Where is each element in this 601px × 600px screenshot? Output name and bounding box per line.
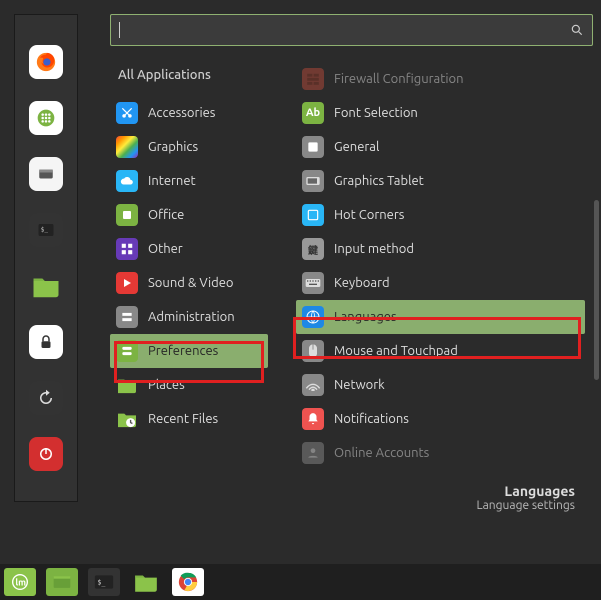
item-label: Hot Corners — [334, 208, 404, 222]
online-icon — [302, 442, 324, 464]
admin-icon — [116, 306, 138, 328]
app-keyboard[interactable]: Keyboard — [296, 266, 585, 300]
firewall-icon — [302, 68, 324, 90]
lock-icon[interactable] — [29, 325, 63, 359]
item-label: Internet — [148, 174, 196, 188]
files-icon[interactable] — [29, 157, 63, 191]
search-input[interactable] — [124, 23, 570, 38]
recent-icon — [116, 408, 138, 430]
item-label: Places — [148, 378, 185, 392]
category-graphics[interactable]: Graphics — [110, 130, 268, 164]
text-cursor — [119, 22, 120, 38]
app-firewall-configuration[interactable]: Firewall Configuration — [296, 62, 585, 96]
scissors-icon — [116, 102, 138, 124]
app-network[interactable]: Network — [296, 368, 585, 402]
search-icon — [570, 23, 584, 37]
footer-title: Languages — [477, 483, 575, 499]
taskbar: lm $_ — [0, 564, 601, 600]
item-label: Recent Files — [148, 412, 218, 426]
app-languages[interactable]: Languages — [296, 300, 585, 334]
app-notifications[interactable]: Notifications — [296, 402, 585, 436]
svg-text:$_: $_ — [41, 227, 49, 234]
category-administration[interactable]: Administration — [110, 300, 268, 334]
app-general[interactable]: General — [296, 130, 585, 164]
item-label: Mouse and Touchpad — [334, 344, 458, 358]
category-other[interactable]: Other — [110, 232, 268, 266]
svg-text:lm: lm — [15, 577, 26, 588]
application-menu: All Applications Accessories Graphics Inte… — [110, 14, 593, 564]
grid-icon — [116, 238, 138, 260]
update-icon[interactable] — [29, 381, 63, 415]
svg-text:$_: $_ — [97, 579, 105, 587]
item-label: Notifications — [334, 412, 409, 426]
office-icon — [116, 204, 138, 226]
app-font-selection[interactable]: Ab Font Selection — [296, 96, 585, 130]
tablet-icon — [302, 170, 324, 192]
item-description: Languages Language settings — [477, 483, 575, 512]
item-label: Other — [148, 242, 183, 256]
globe-icon — [302, 306, 324, 328]
app-input-method[interactable]: 鍵 Input method — [296, 232, 585, 266]
apps-column: Firewall Configuration Ab Font Selection Ge… — [296, 62, 593, 492]
app-mouse-and-touchpad[interactable]: Mouse and Touchpad — [296, 334, 585, 368]
terminal-icon[interactable]: $_ — [29, 213, 63, 247]
category-places[interactable]: Places — [110, 368, 268, 402]
category-preferences[interactable]: Preferences — [110, 334, 268, 368]
favorites-sidebar: $_ — [14, 14, 78, 502]
footer-subtitle: Language settings — [477, 499, 575, 512]
item-label: Preferences — [148, 344, 218, 358]
item-label: General — [334, 140, 379, 154]
cloud-icon — [116, 170, 138, 192]
item-label: Languages — [334, 310, 397, 324]
item-label: Accessories — [148, 106, 215, 120]
input-icon: 鍵 — [302, 238, 324, 260]
category-recent-files[interactable]: Recent Files — [110, 402, 268, 436]
app-graphics-tablet[interactable]: Graphics Tablet — [296, 164, 585, 198]
categories-header: All Applications — [110, 62, 268, 94]
taskbar-terminal-icon[interactable]: $_ — [88, 568, 120, 596]
app-hot-corners[interactable]: Hot Corners — [296, 198, 585, 232]
keyboard-icon — [302, 272, 324, 294]
item-label: Sound & Video — [148, 276, 234, 290]
category-sound-video[interactable]: Sound & Video — [110, 266, 268, 300]
mint-menu-icon[interactable]: lm — [4, 568, 36, 596]
item-label: Input method — [334, 242, 414, 256]
categories-column: All Applications Accessories Graphics Inte… — [110, 62, 268, 492]
taskbar-folder-icon[interactable] — [130, 568, 162, 596]
play-icon — [116, 272, 138, 294]
folder-icon — [116, 374, 138, 396]
taskbar-chrome-icon[interactable] — [172, 568, 204, 596]
item-label: Firewall Configuration — [334, 72, 464, 86]
general-icon — [302, 136, 324, 158]
network-icon — [302, 374, 324, 396]
corners-icon — [302, 204, 324, 226]
item-label: Network — [334, 378, 385, 392]
font-icon: Ab — [302, 102, 324, 124]
rainbow-icon — [116, 136, 138, 158]
bell-icon — [302, 408, 324, 430]
item-label: Font Selection — [334, 106, 418, 120]
category-office[interactable]: Office — [110, 198, 268, 232]
mouse-icon — [302, 340, 324, 362]
folder-icon[interactable] — [29, 269, 63, 303]
category-internet[interactable]: Internet — [110, 164, 268, 198]
category-accessories[interactable]: Accessories — [110, 96, 268, 130]
prefs-icon — [116, 340, 138, 362]
item-label: Online Accounts — [334, 446, 429, 460]
power-icon[interactable] — [29, 437, 63, 471]
scrollbar[interactable] — [594, 200, 599, 380]
app-online-accounts[interactable]: Online Accounts — [296, 436, 585, 470]
item-label: Graphics — [148, 140, 198, 154]
apps-icon[interactable] — [29, 101, 63, 135]
firefox-icon[interactable] — [29, 45, 63, 79]
taskbar-files-icon[interactable] — [46, 568, 78, 596]
item-label: Graphics Tablet — [334, 174, 424, 188]
item-label: Office — [148, 208, 184, 222]
search-field[interactable] — [110, 14, 593, 46]
item-label: Keyboard — [334, 276, 390, 290]
item-label: Administration — [148, 310, 235, 324]
